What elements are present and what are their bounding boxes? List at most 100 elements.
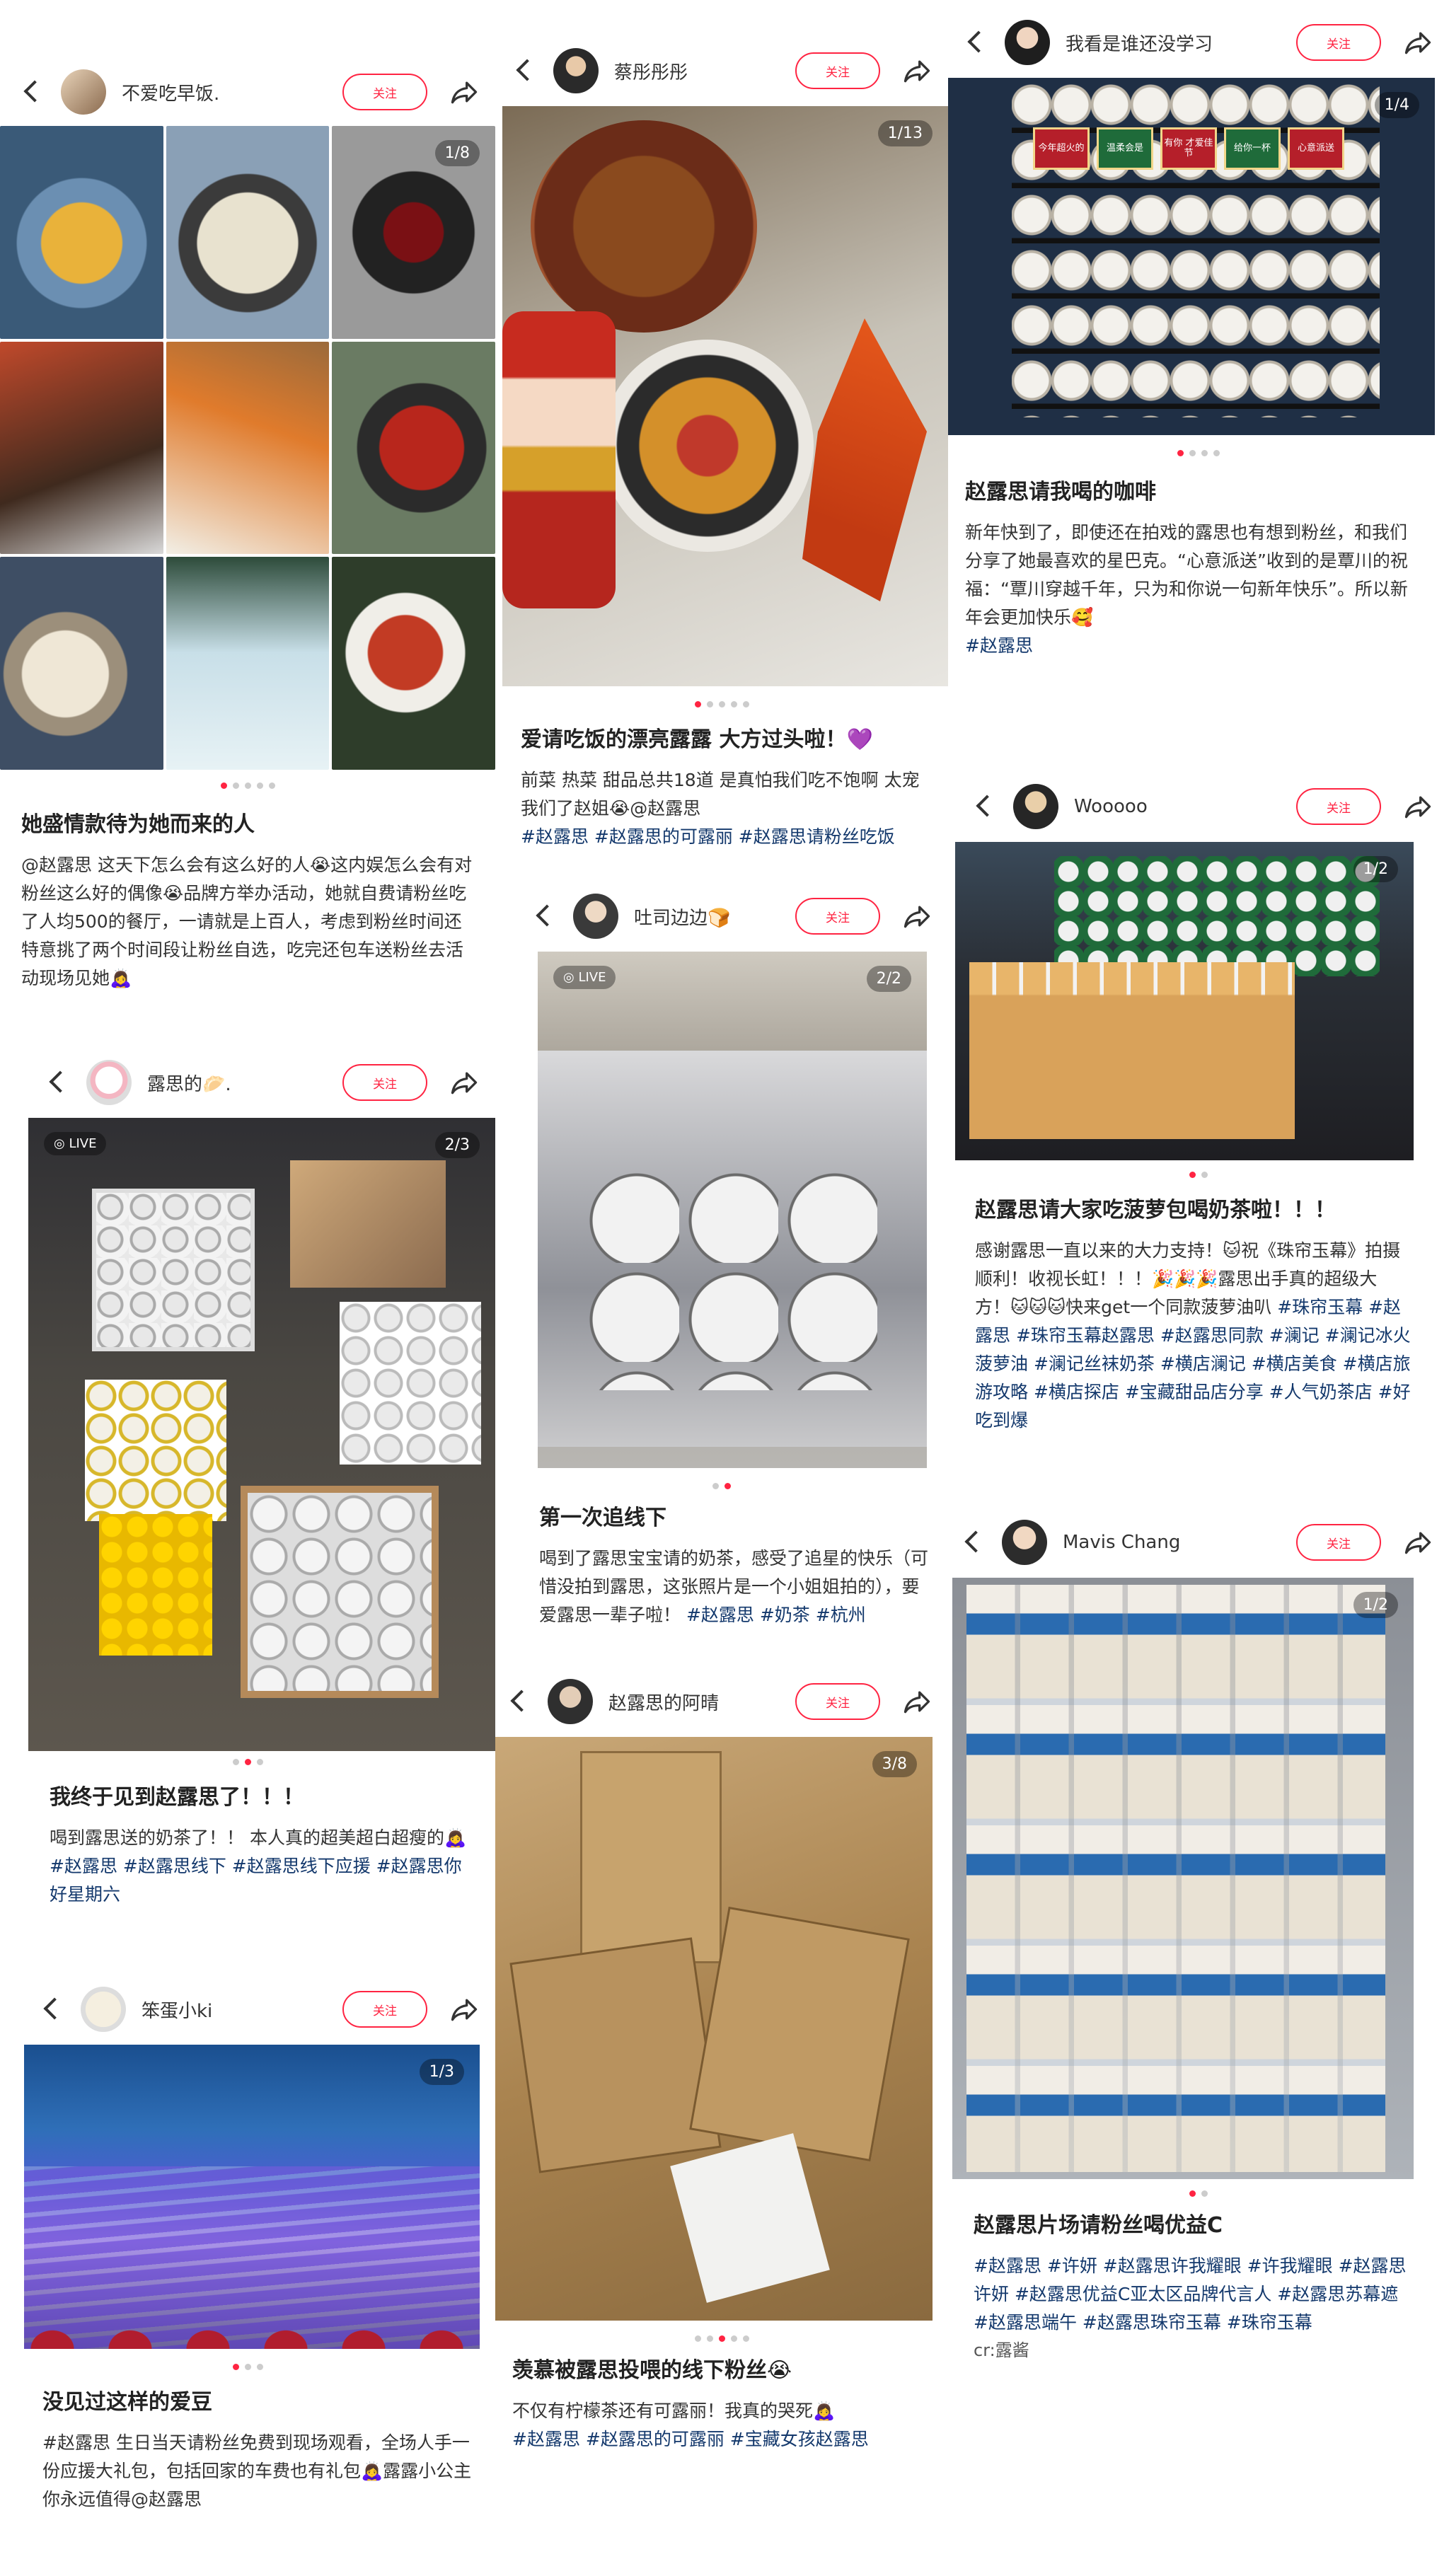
post-title: 爱请吃饭的漂亮露露 大方过头啦！💜 [521,727,873,752]
post-card[interactable]: 不爱吃早饭. 关注 1/8 她盛情款待为她而来的人 @赵露思 这天下怎么会有这么… [0,50,495,1026]
post-image[interactable]: 今年超火的 温柔会是 有你 才爱佳节 给你一杯 心意派送 1/4 [948,78,1435,435]
follow-button[interactable]: 关注 [1296,1524,1381,1561]
post-card[interactable]: Wooooo 关注 1/2 赵露思请大家吃菠萝包喝奶茶啦！！！ 感谢露思一直以来… [948,771,1449,1507]
post-image[interactable]: 1/2 [955,842,1414,1160]
post-image[interactable]: 3/8 [495,1737,933,2321]
post-tags[interactable]: #赵露思 #赵露思的可露丽 #赵露思请粉丝吃饭 [521,823,937,851]
share-icon[interactable] [1402,791,1433,822]
post-image[interactable]: 1/3 [24,2045,480,2349]
share-icon[interactable] [901,901,933,932]
photo-red-seats [24,2306,480,2349]
photo-mascot-sticker [502,311,616,608]
back-icon[interactable] [44,1070,69,1095]
username[interactable]: 不爱吃早饭. [122,79,342,105]
post-tags[interactable]: #赵露思 #奶茶 #杭州 [686,1605,866,1625]
photo-box-cups-2 [340,1302,481,1465]
username[interactable]: 蔡彤彤彤 [614,58,795,84]
share-icon[interactable] [1402,1527,1433,1558]
post-text: 喝到了露思宝宝请的奶茶，感受了追星的快乐（可惜没拍到露思，这张照片是一个小姐姐拍… [539,1548,929,1625]
follow-button[interactable]: 关注 [1296,788,1381,825]
post-body: 没见过这样的爱豆 #赵露思 生日当天请粉丝免费到现场观看，全场人手一份应援大礼包… [42,2388,474,2514]
photo-bottle-stack [966,1585,1385,2172]
username[interactable]: 我看是谁还没学习 [1066,30,1296,56]
avatar[interactable] [1002,1520,1047,1565]
share-icon[interactable] [449,1994,480,2025]
post-header: 赵露思的阿晴 关注 [495,1666,948,1737]
live-icon: ◎ [54,1136,69,1151]
image-counter: 3/8 [872,1751,917,1777]
image-counter: 1/2 [1353,856,1398,882]
post-card[interactable]: 露思的🥟. 关注 ◎ LIVE 2/3 我终于见到赵露思了！！！ 喝到露思送的奶… [0,1047,495,1967]
avatar[interactable] [548,1679,593,1724]
post-tags[interactable]: #赵露思 [965,632,1421,660]
back-icon[interactable] [962,30,988,55]
follow-button[interactable]: 关注 [342,1064,427,1101]
post-credit: cr:露酱 [974,2340,1029,2360]
username[interactable]: Mavis Chang [1063,1532,1296,1553]
username[interactable]: Wooooo [1074,796,1296,817]
avatar[interactable] [61,69,106,115]
post-image[interactable]: 1/8 [0,126,495,770]
back-icon[interactable] [531,903,556,929]
follow-button[interactable]: 关注 [795,898,880,935]
back-icon[interactable] [38,1997,64,2022]
share-icon[interactable] [901,55,933,86]
share-icon[interactable] [449,76,480,108]
back-icon[interactable] [971,794,996,819]
back-icon[interactable] [959,1530,985,1555]
username[interactable]: 笨蛋小ki [142,1997,342,2023]
post-text: #赵露思 生日当天请粉丝免费到现场观看，全场人手一份应援大礼包，包括回家的车费也… [42,2432,472,2509]
share-icon[interactable] [901,1686,933,1717]
post-body: 我终于见到赵露思了！！！ 喝到露思送的奶茶了！！ 本人真的超美超白超瘦的🙇‍♀️… [50,1783,474,1909]
username[interactable]: 赵露思的阿晴 [608,1689,795,1715]
photo-box-cups-3 [241,1486,439,1698]
photo-sign: 温柔会是 [1097,127,1153,170]
back-icon[interactable] [18,79,44,105]
avatar[interactable] [553,48,599,93]
post-title: 第一次追线下 [539,1506,666,1530]
photo-box-yellow [85,1380,226,1521]
post-image[interactable]: 1/2 [952,1578,1414,2179]
follow-button[interactable]: 关注 [342,1991,427,2028]
feed-column-2: 蔡彤彤彤 关注 1/13 爱请吃饭的漂亮露露 大方过头啦！💜 前菜 热菜 甜品总… [495,0,948,2576]
follow-button[interactable]: 关注 [1296,24,1381,61]
post-header: 笨蛋小ki 关注 [0,1974,495,2045]
post-card[interactable]: 赵露思的阿晴 关注 3/8 羡慕被露思投喂的线下粉丝😭 不仅有柠檬茶还有可露丽！… [495,1666,948,2501]
post-card[interactable]: Mavis Chang 关注 1/2 赵露思片场请粉丝喝优益C #赵露思 #许妍… [948,1507,1449,2575]
photo-paper-bag-1 [580,1751,722,1963]
avatar[interactable] [573,894,618,939]
post-tags[interactable]: #赵露思 #赵露思线下 #赵露思线下应援 #赵露思你好星期六 [50,1852,474,1909]
back-icon[interactable] [511,58,536,83]
post-image[interactable]: ◎ LIVE 2/3 [28,1118,495,1751]
post-card[interactable]: 吐司边边🍞 关注 ◎ LIVE 2/2 第一次追线下 喝到了露思宝宝请的奶茶，感… [495,881,948,1666]
username[interactable]: 吐司边边🍞 [634,903,795,930]
post-card[interactable]: 蔡彤彤彤 关注 1/13 爱请吃饭的漂亮露露 大方过头啦！💜 前菜 热菜 甜品总… [495,35,948,877]
post-title: 羡慕被露思投喂的线下粉丝😭 [512,2358,792,2383]
avatar[interactable] [81,1987,126,2032]
post-text: 不仅有柠檬茶还有可露丽！我真的哭死🙇‍♀️ [512,2401,836,2421]
carousel-dots [495,2331,948,2345]
share-icon[interactable] [449,1067,480,1098]
post-card[interactable]: 我看是谁还没学习 关注 今年超火的 温柔会是 有你 才爱佳节 给你一杯 心意派送… [948,0,1449,771]
avatar[interactable] [86,1060,132,1105]
share-icon[interactable] [1402,27,1433,58]
username[interactable]: 露思的🥟. [147,1070,342,1096]
avatar[interactable] [1005,20,1050,65]
post-card[interactable]: 笨蛋小ki 关注 1/3 没见过这样的爱豆 #赵露思 生日当天请粉丝免费到现场观… [0,1974,495,2575]
avatar[interactable] [1013,784,1058,829]
post-image[interactable]: ◎ LIVE 2/2 [538,952,927,1468]
follow-button[interactable]: 关注 [795,1683,880,1720]
post-image[interactable]: 1/13 [502,106,948,686]
follow-button[interactable]: 关注 [342,74,427,110]
post-text: 前菜 热菜 甜品总共18道 是真怕我们吃不饱啊 太宠我们了赵姐😭@赵露思 [521,770,920,819]
post-title: 赵露思请我喝的咖啡 [965,480,1156,504]
back-icon[interactable] [505,1689,531,1714]
post-title: 没见过这样的爱豆 [42,2390,212,2415]
post-body: 羡慕被露思投喂的线下粉丝😭 不仅有柠檬茶还有可露丽！我真的哭死🙇‍♀️ #赵露思… [512,2356,937,2454]
post-header: 吐司边边🍞 关注 [495,881,948,952]
post-header: 露思的🥟. 关注 [0,1047,495,1118]
post-tags[interactable]: #赵露思 #赵露思的可露丽 #宝藏女孩赵露思 [512,2425,937,2454]
live-icon: ◎ [563,970,579,985]
post-tags[interactable]: #赵露思 #许妍 #赵露思许我耀眼 #许我耀眼 #赵露思许妍 #赵露思优益C亚太… [974,2252,1411,2337]
follow-button[interactable]: 关注 [795,52,880,89]
